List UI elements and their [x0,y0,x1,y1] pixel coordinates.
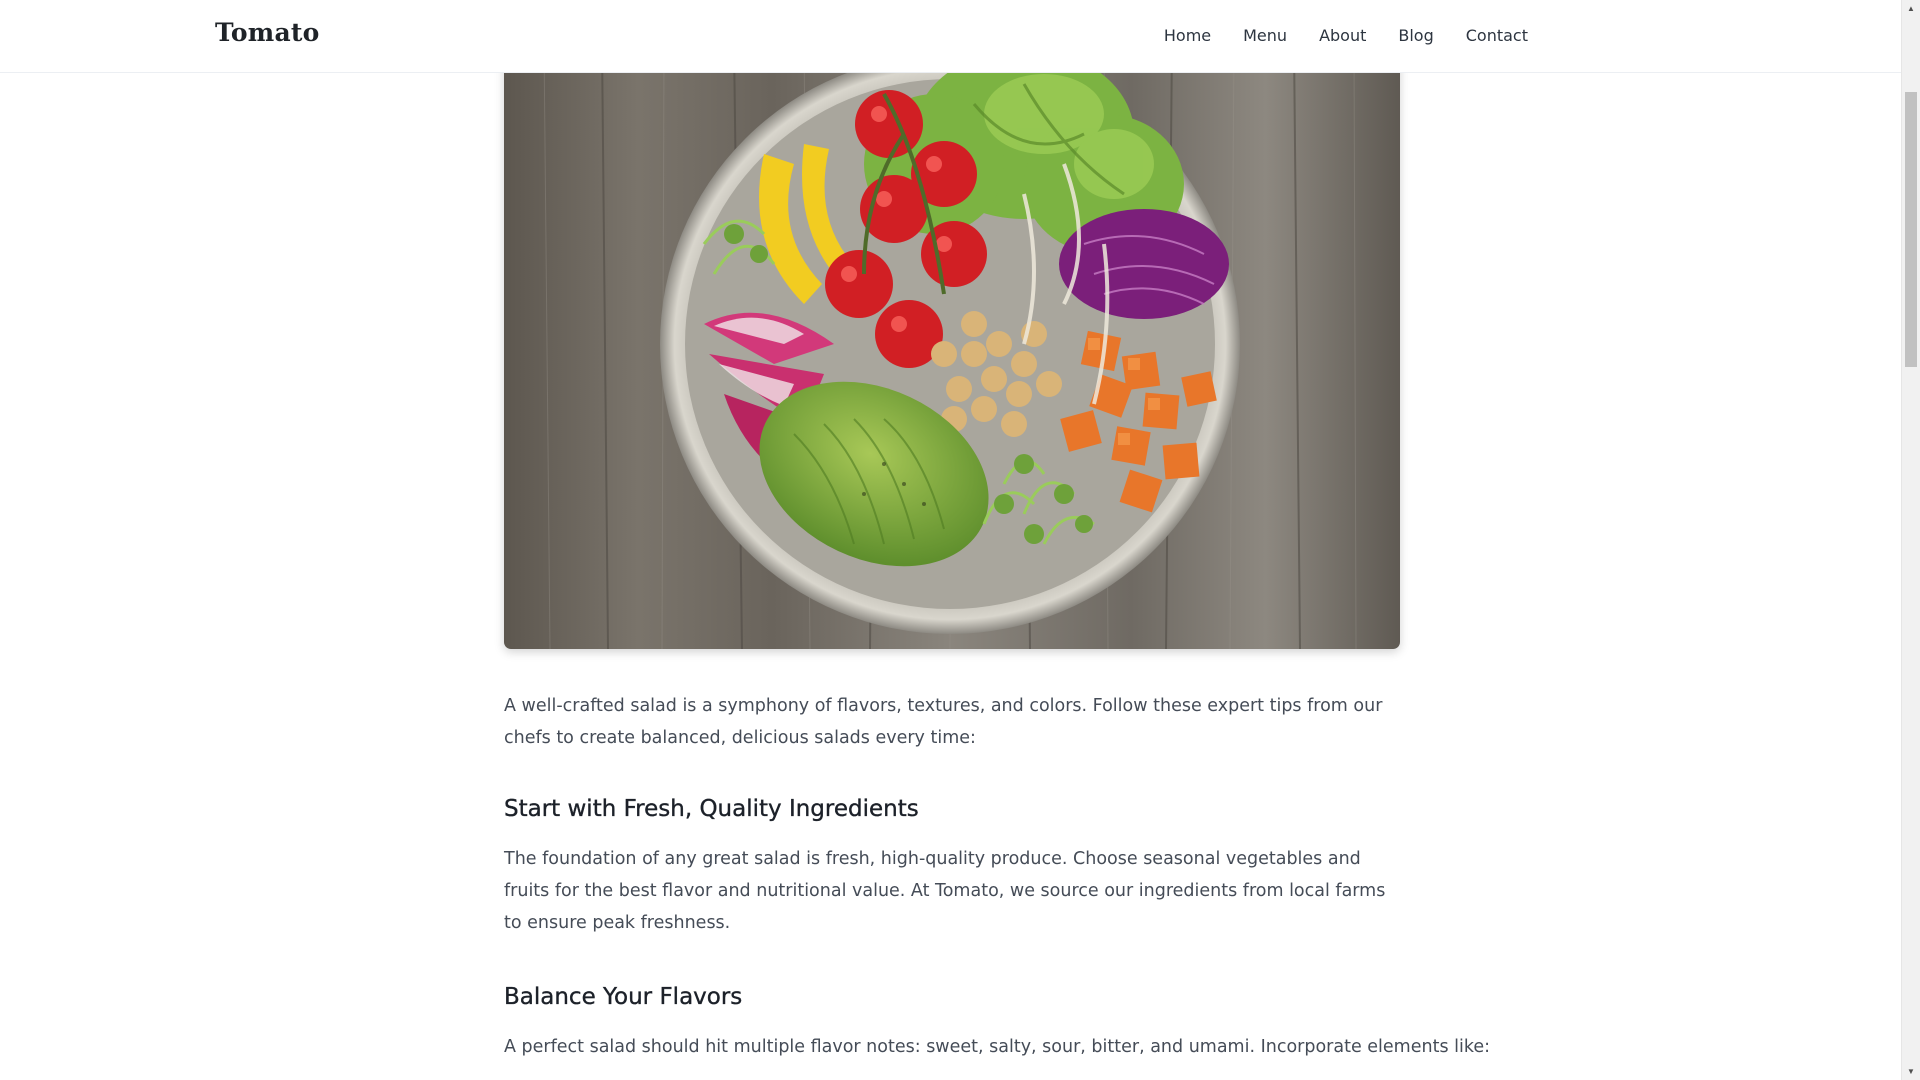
section-heading-balance-flavors: Balance Your Flavors [504,984,743,1010]
hero-image [504,44,1400,649]
page-viewport: Tomato Home Menu About Blog Contact A we… [0,0,1920,1080]
nav-blog[interactable]: Blog [1398,26,1433,45]
nav-home[interactable]: Home [1164,26,1211,45]
scrollbar-thumb[interactable] [1905,92,1917,367]
article-intro: A well-crafted salad is a symphony of fl… [504,696,1383,748]
salad-bowl-illustration [504,44,1400,649]
vertical-scrollbar[interactable]: ▲ ▼ [1901,0,1920,1080]
section-body-fresh-ingredients: The foundation of any great salad is fre… [504,849,1386,933]
article-body: A well-crafted salad is a symphony of fl… [504,690,1490,1057]
scroll-up-arrow-icon[interactable]: ▲ [1902,0,1920,17]
scroll-down-arrow-icon[interactable]: ▼ [1902,1063,1920,1080]
brand-logo[interactable]: Tomato [215,18,319,47]
nav-menu[interactable]: Menu [1243,26,1287,45]
nav-about[interactable]: About [1319,26,1366,45]
site-header: Tomato Home Menu About Blog Contact [0,0,1902,73]
section-heading-fresh-ingredients: Start with Fresh, Quality Ingredients [504,796,919,822]
section-body-balance-flavors: A perfect salad should hit multiple flav… [504,1037,1491,1057]
nav-contact[interactable]: Contact [1466,26,1528,45]
main-nav: Home Menu About Blog Contact [1164,26,1528,45]
